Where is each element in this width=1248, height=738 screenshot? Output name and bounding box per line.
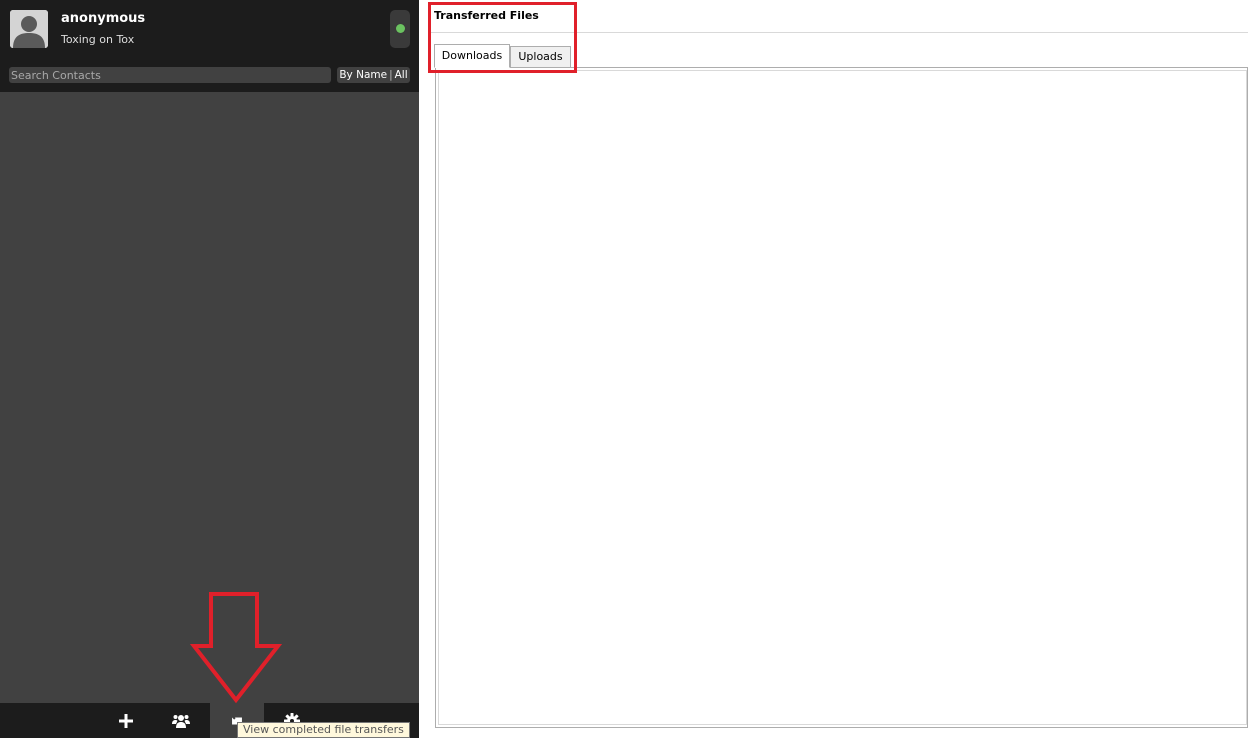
create-group-button[interactable] bbox=[155, 703, 207, 738]
contact-filter-button[interactable]: By Name | All bbox=[337, 67, 410, 83]
profile-status-message[interactable]: Toxing on Tox bbox=[61, 33, 134, 46]
red-arrow-annotation-icon bbox=[190, 592, 282, 704]
tab-downloads[interactable]: Downloads bbox=[434, 44, 510, 68]
search-contacts-input[interactable] bbox=[9, 67, 331, 83]
profile-header: anonymous Toxing on Tox By Name|All bbox=[0, 0, 419, 92]
avatar[interactable] bbox=[10, 10, 48, 48]
profile-username[interactable]: anonymous bbox=[61, 11, 145, 26]
title-divider bbox=[428, 32, 1248, 33]
downloads-list-inner bbox=[438, 70, 1247, 725]
filter-separator: | bbox=[389, 69, 393, 81]
toolbar-tooltip: View completed file transfers bbox=[237, 722, 410, 738]
status-button[interactable] bbox=[390, 10, 410, 48]
tab-uploads[interactable]: Uploads bbox=[510, 46, 571, 68]
plus-icon bbox=[119, 713, 133, 728]
user-silhouette-icon bbox=[10, 10, 48, 48]
add-friend-button[interactable] bbox=[100, 703, 152, 738]
group-icon bbox=[172, 714, 190, 728]
filter-sort-label: By Name bbox=[339, 69, 388, 81]
downloads-list[interactable] bbox=[435, 67, 1248, 728]
online-status-icon bbox=[396, 24, 405, 33]
page-title: Transferred Files bbox=[434, 9, 539, 22]
filter-scope-label: All bbox=[394, 69, 408, 81]
